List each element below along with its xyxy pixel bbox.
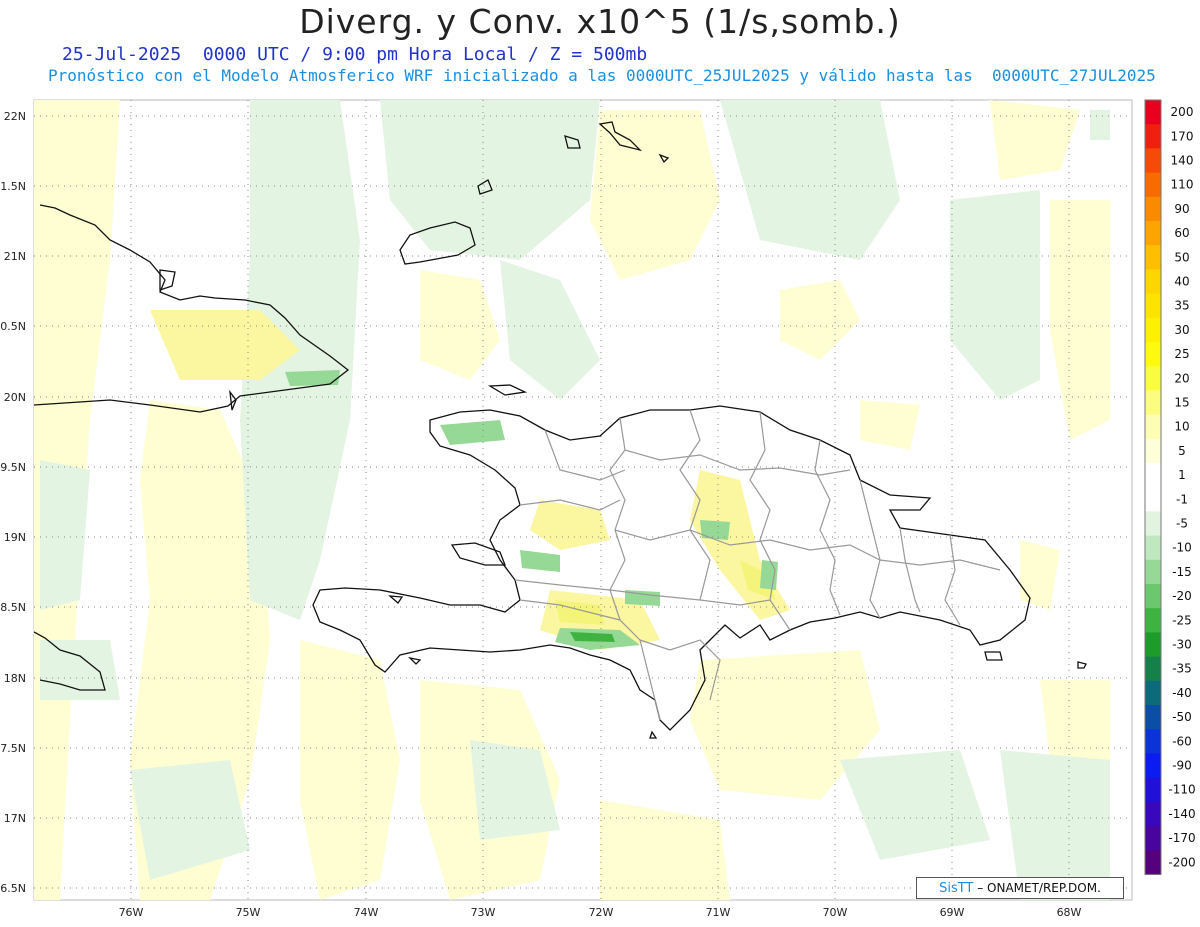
colorbar-swatch (1145, 221, 1161, 246)
colorbar-label: -50 (1172, 710, 1192, 724)
colorbar-label: -140 (1168, 807, 1195, 821)
colorbar-label: -10 (1172, 541, 1192, 555)
colorbar-label: -30 (1172, 638, 1192, 652)
colorbar-swatch (1145, 559, 1161, 585)
colorbar-label: 140 (1171, 154, 1194, 168)
lon-label: 72W (589, 906, 614, 919)
colorbar-label: 15 (1174, 396, 1189, 410)
colorbar-swatch (1145, 269, 1161, 295)
lat-label: 18N (4, 672, 26, 685)
colorbar-swatch (1145, 801, 1161, 827)
lat-label: 9.5N (0, 461, 26, 474)
credit-org: – ONAMET/REP.DOM. (977, 881, 1101, 895)
colorbar-swatch (1145, 777, 1161, 803)
colorbar-swatch (1145, 438, 1161, 464)
colorbar-label: -1 (1176, 492, 1188, 506)
colorbar-swatch (1145, 656, 1161, 682)
colorbar-swatch (1145, 511, 1161, 537)
colorbar-label: -15 (1172, 565, 1192, 579)
colorbar-label: 30 (1174, 323, 1189, 337)
colorbar-label: 25 (1174, 347, 1189, 361)
lon-label: 75W (236, 906, 261, 919)
lat-label: 8.5N (0, 601, 26, 614)
colorbar-swatch (1145, 608, 1161, 633)
colorbar-swatch (1145, 632, 1161, 658)
lat-label: 22N (4, 110, 26, 123)
colorbar-label: -5 (1176, 517, 1188, 531)
colorbar-swatch (1145, 826, 1161, 851)
colorbar-label: 35 (1174, 299, 1189, 313)
colorbar-swatch (1145, 172, 1161, 198)
colorbar-label: -20 (1172, 589, 1192, 603)
lon-label: 74W (354, 906, 379, 919)
colorbar-label: 40 (1174, 275, 1189, 289)
colorbar-label: 60 (1174, 226, 1189, 240)
lat-label: 20N (4, 391, 26, 404)
colorbar-swatch (1145, 100, 1161, 125)
colorbar-label: 170 (1171, 129, 1194, 143)
colorbar-swatch (1145, 487, 1161, 512)
lat-label: 19N (4, 531, 26, 544)
lat-label: 0.5N (0, 320, 26, 333)
latitude-labels: 22N 1.5N 21N 0.5N 20N 9.5N 19N 8.5N 18N … (0, 110, 26, 895)
lon-label: 76W (119, 906, 144, 919)
colorbar-label: 200 (1171, 105, 1194, 119)
map-svg: 22N 1.5N 21N 0.5N 20N 9.5N 19N 8.5N 18N … (0, 99, 1196, 919)
colorbar-swatch (1145, 414, 1161, 440)
colorbar-swatch (1145, 705, 1161, 730)
colorbar-label: 90 (1174, 202, 1189, 216)
colorbar-swatch (1145, 196, 1161, 222)
colorbar-swatch (1145, 317, 1161, 343)
lon-label: 69W (940, 906, 965, 919)
colorbar-swatch (1145, 680, 1161, 706)
colorbar-label: -25 (1172, 613, 1192, 627)
colorbar-label: 1 (1178, 468, 1186, 482)
colorbar-swatch (1145, 584, 1161, 609)
colorbar-swatch (1145, 366, 1161, 391)
sistt-logo-text: SisTT (939, 881, 974, 896)
colorbar-label: -110 (1168, 783, 1195, 797)
lat-label: 17N (4, 812, 26, 825)
colorbar-label: -170 (1168, 831, 1195, 845)
colorbar-label: 110 (1171, 178, 1194, 192)
lon-label: 71W (706, 906, 731, 919)
colorbar: 200 170 140 110 90 60 50 40 35 30 25 20 15 10 5 1 -1 -5 -1… (1144, 99, 1196, 875)
colorbar-swatch (1145, 293, 1161, 319)
colorbar-swatch (1145, 148, 1161, 174)
colorbar-swatch (1145, 390, 1161, 416)
lat-label: 7.5N (0, 742, 26, 755)
colorbar-swatch (1145, 753, 1161, 779)
longitude-labels: 76W 75W 74W 73W 72W 71W 70W 69W 68W (119, 906, 1082, 919)
lat-label: 1.5N (0, 180, 26, 193)
colorbar-swatch (1145, 535, 1161, 561)
colorbar-label: 5 (1178, 444, 1186, 458)
colorbar-label: -90 (1172, 759, 1192, 773)
colorbar-swatch (1145, 850, 1161, 875)
colorbar-label: -40 (1172, 686, 1192, 700)
colorbar-label: 20 (1174, 371, 1189, 385)
lon-label: 73W (471, 906, 496, 919)
colorbar-swatch (1145, 124, 1161, 149)
colorbar-label: -35 (1172, 662, 1192, 676)
lat-label: 21N (4, 250, 26, 263)
lat-label: 6.5N (0, 882, 26, 895)
credit-box: SisTT – ONAMET/REP.DOM. (916, 877, 1124, 899)
colorbar-swatch (1145, 463, 1161, 488)
colorbar-swatch (1145, 342, 1161, 367)
colorbar-label: 50 (1174, 250, 1189, 264)
colorbar-swatch (1145, 729, 1161, 754)
colorbar-label: 10 (1174, 420, 1189, 434)
colorbar-label: -200 (1168, 855, 1195, 869)
colorbar-swatch (1145, 245, 1161, 270)
lon-label: 68W (1057, 906, 1082, 919)
colorbar-label: -60 (1172, 734, 1192, 748)
lon-label: 70W (823, 906, 848, 919)
